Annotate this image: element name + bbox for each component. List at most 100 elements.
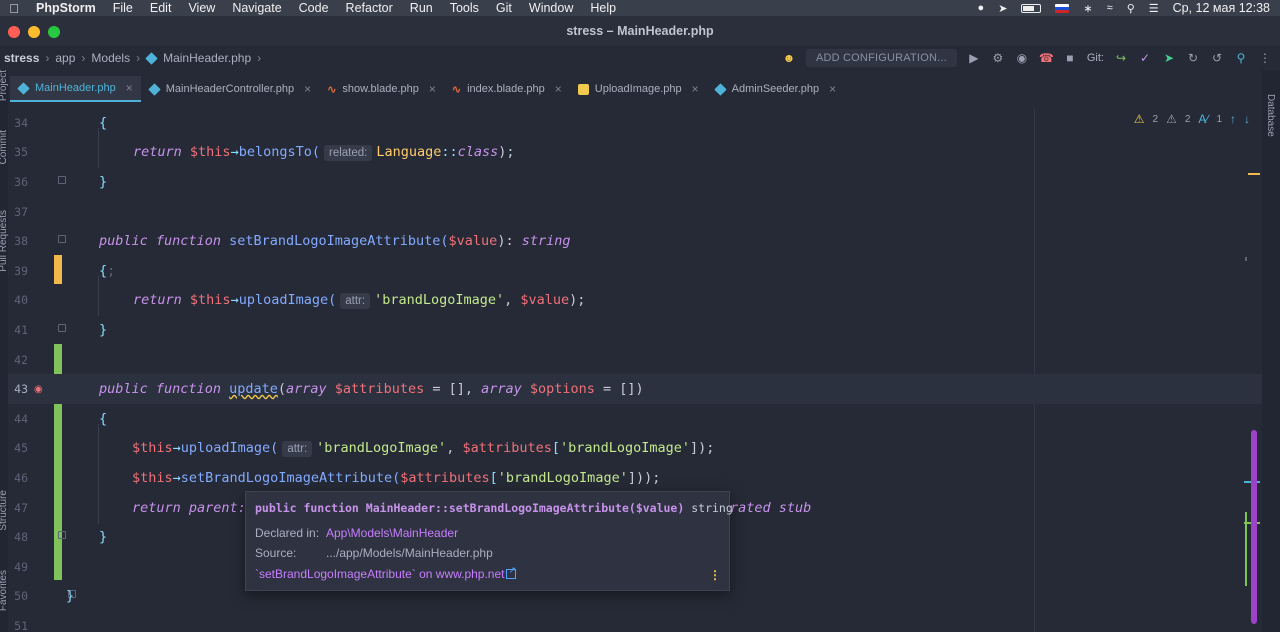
code-line[interactable]: 36 } (8, 167, 1262, 197)
close-icon[interactable]: × (126, 81, 133, 95)
line-number: 43 (14, 382, 28, 397)
code-line[interactable]: 42 (8, 345, 1262, 375)
run-icon[interactable]: ▶ (967, 51, 981, 65)
close-window-button[interactable] (8, 26, 20, 38)
breadcrumb-file[interactable]: MainHeader.php (163, 51, 251, 65)
menu-navigate[interactable]: Navigate (224, 1, 290, 15)
menu-tools[interactable]: Tools (442, 1, 488, 15)
line-number: 41 (14, 322, 28, 337)
menubar-clock[interactable]: Ср, 12 мая 12:38 (1173, 1, 1270, 15)
menu-help[interactable]: Help (582, 1, 625, 15)
close-icon[interactable]: × (429, 82, 436, 96)
code-line[interactable]: 38 public function setBrandLogoImageAttr… (8, 226, 1262, 256)
quick-documentation-popup[interactable]: public function MainHeader::setBrandLogo… (245, 491, 733, 591)
code-text: public function setBrandLogoImageAttribu… (99, 233, 571, 250)
code-text: public function update(array $attributes… (99, 381, 644, 398)
spotlight-search-icon[interactable]: ⚲ (1127, 2, 1135, 15)
popup-doc-link[interactable]: `setBrandLogoImageAttribute` on www.php.… (255, 565, 517, 581)
php-file-icon (713, 82, 727, 96)
close-icon[interactable]: × (692, 82, 699, 96)
toolbar-actions: ☻ ADD CONFIGURATION... ▶ ⚙ ◉ ☎ ■ Git: ↪ … (782, 46, 1280, 70)
menu-run[interactable]: Run (402, 1, 442, 15)
code-line[interactable]: 37 (8, 197, 1262, 227)
menu-git[interactable]: Git (488, 1, 521, 15)
tab-mainheadercontroller[interactable]: MainHeaderController.php × (141, 76, 319, 102)
breadcrumb: stress › app › Models › MainHeader.php › (0, 51, 261, 65)
control-center-icon[interactable]: ☰ (1149, 2, 1159, 15)
telegram-icon[interactable]: ➤ (998, 2, 1007, 15)
close-icon[interactable]: × (555, 82, 562, 96)
add-configuration-button[interactable]: ADD CONFIGURATION... (805, 49, 957, 67)
git-update-icon[interactable]: ↪ (1114, 51, 1128, 65)
listen-debug-icon[interactable]: ☎ (1039, 51, 1054, 65)
code-line[interactable]: 39 {; (8, 256, 1262, 286)
tab-mainheader[interactable]: MainHeader.php × (10, 76, 141, 102)
code-text: { (99, 410, 108, 427)
code-line[interactable]: 34 { (8, 108, 1262, 138)
error-stripe-marker[interactable] (1245, 257, 1247, 261)
debug-icon[interactable]: ⚙ (991, 51, 1005, 65)
breadcrumb-project[interactable]: stress (4, 51, 39, 65)
popup-signature: public function MainHeader::setBrandLogo… (255, 501, 733, 515)
editor-scrollbar-thumb[interactable] (1251, 430, 1257, 624)
code-text: } (99, 321, 108, 338)
elephant-icon[interactable]: ● (978, 2, 985, 14)
search-everywhere-icon[interactable]: ⚲ (1234, 51, 1248, 65)
popup-declared-row: Declared in: App\Models\MainHeader (255, 526, 458, 540)
param-hint: attr: (340, 293, 371, 310)
tab-uploadimage[interactable]: UploadImage.php × (570, 76, 707, 102)
code-line[interactable]: 41 } (8, 315, 1262, 345)
tool-window-database[interactable]: Database (1265, 94, 1276, 137)
code-text: } (99, 529, 108, 546)
wifi-icon[interactable]: ≈ (1107, 2, 1113, 14)
git-label: Git: (1086, 52, 1104, 64)
menu-app-name[interactable]: PhpStorm (28, 1, 105, 15)
more-options-icon[interactable]: ⋮ (709, 568, 721, 582)
menu-refactor[interactable]: Refactor (338, 1, 402, 15)
code-line[interactable]: 45 $this→uploadImage(attr:'brandLogoImag… (8, 434, 1262, 464)
menu-code[interactable]: Code (291, 1, 338, 15)
ide-features-icon[interactable]: ⋮ (1258, 51, 1272, 65)
git-commit-icon[interactable]: ✓ (1138, 51, 1152, 65)
close-icon[interactable]: × (304, 82, 311, 96)
line-number: 36 (14, 174, 28, 189)
keyboard-layout-flag-icon[interactable] (1055, 3, 1070, 13)
menu-view[interactable]: View (180, 1, 224, 15)
override-method-icon[interactable]: ◉ (34, 384, 43, 395)
menu-window[interactable]: Window (521, 1, 582, 15)
code-line[interactable]: 40 return $this→uploadImage(attr:'brandL… (8, 286, 1262, 316)
coverage-icon[interactable]: ◉ (1015, 51, 1029, 65)
blade-file-icon: ∿ (327, 83, 337, 96)
chevron-right-icon: › (81, 51, 86, 65)
bluetooth-off-icon[interactable]: ∗ (1083, 2, 1092, 15)
menu-file[interactable]: File (105, 1, 142, 15)
tab-adminseeder[interactable]: AdminSeeder.php × (707, 76, 844, 102)
git-push-icon[interactable]: ➤ (1162, 51, 1176, 65)
history-icon[interactable]: ↻ (1186, 51, 1200, 65)
error-stripe-marker[interactable] (1245, 512, 1247, 586)
close-icon[interactable]: × (829, 82, 836, 96)
breadcrumb-models[interactable]: Models (91, 51, 130, 65)
rollback-icon[interactable]: ↺ (1210, 51, 1224, 65)
apple-icon[interactable]:  (0, 1, 28, 16)
code-line[interactable]: 46 $this→setBrandLogoImageAttribute($att… (8, 463, 1262, 493)
error-stripe-marker[interactable] (1248, 173, 1260, 175)
code-with-me-icon[interactable]: ☻ (782, 51, 796, 65)
menu-edit[interactable]: Edit (142, 1, 181, 15)
popup-declared-link[interactable]: App\Models\MainHeader (326, 526, 458, 540)
code-line[interactable]: 35 return $this→belongsTo(related: Langua… (8, 138, 1262, 168)
stop-icon[interactable]: ■ (1063, 51, 1077, 65)
code-line[interactable]: 51 (8, 611, 1262, 632)
breadcrumb-app[interactable]: app (55, 51, 75, 65)
zoom-window-button[interactable] (48, 26, 60, 38)
line-number: 47 (14, 500, 28, 515)
code-line-current[interactable]: 43 ◉ public function update(array $attri… (8, 374, 1262, 404)
tab-index-blade[interactable]: ∿ index.blade.php × (444, 76, 570, 102)
param-hint: attr: (282, 441, 313, 458)
minimize-window-button[interactable] (28, 26, 40, 38)
tool-window-project[interactable]: Project (0, 70, 9, 101)
editor-tabs: MainHeader.php × MainHeaderController.ph… (10, 76, 1260, 102)
tab-show-blade[interactable]: ∿ show.blade.php × (319, 76, 444, 102)
battery-icon[interactable] (1021, 3, 1042, 13)
code-line[interactable]: 44 { (8, 404, 1262, 434)
